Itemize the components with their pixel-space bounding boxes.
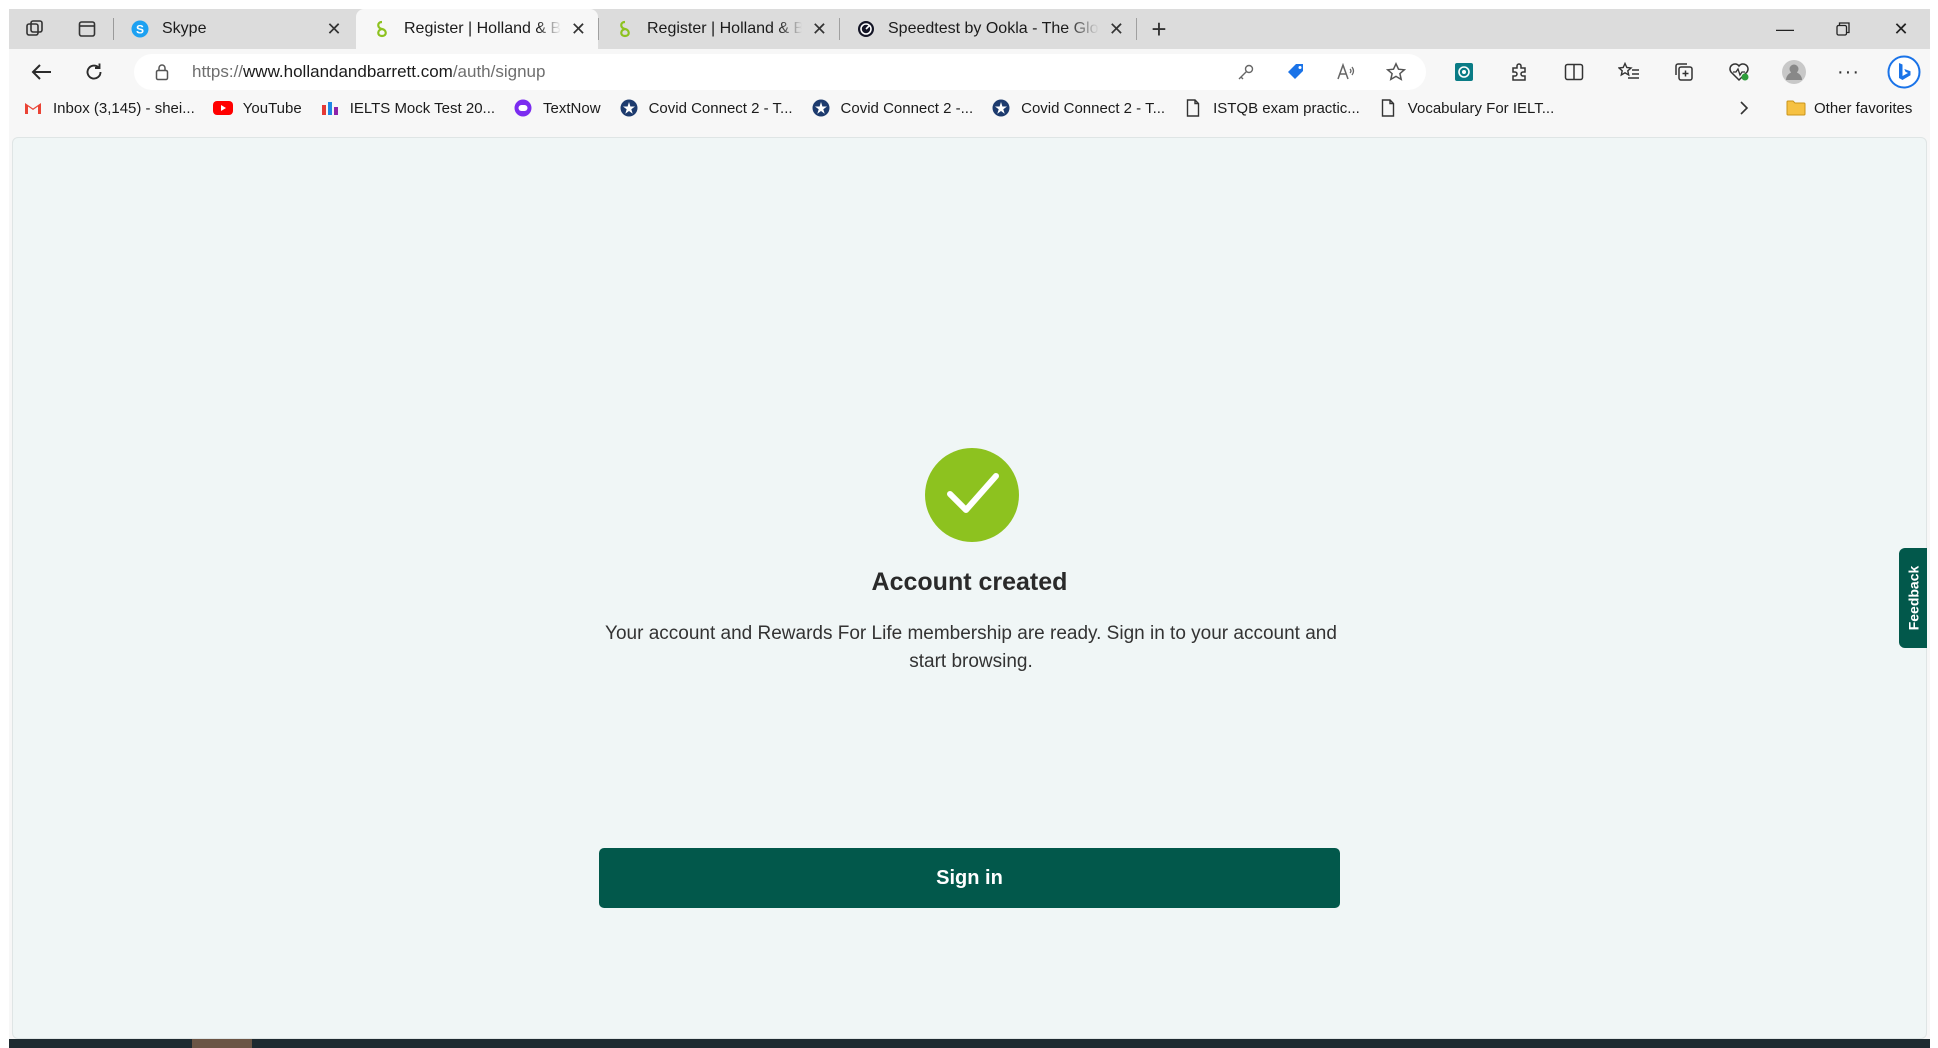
favorites-list-icon[interactable]: [1601, 62, 1656, 82]
holland-barrett-icon: [372, 19, 392, 39]
sign-in-button[interactable]: Sign in: [599, 848, 1340, 908]
tab-speedtest[interactable]: Speedtest by Ookla - The Global Broadban…: [840, 9, 1136, 49]
key-icon[interactable]: [1230, 63, 1262, 81]
favorites-bar: Inbox (3,145) - shei... YouTube IELTS Mo…: [9, 95, 1930, 121]
page-title: Account created: [871, 568, 1068, 596]
bing-copilot-icon[interactable]: [1876, 55, 1930, 89]
close-icon[interactable]: ✕: [324, 19, 344, 40]
favorite-label: YouTube: [242, 99, 302, 117]
other-favorites[interactable]: Other favorites: [1786, 95, 1912, 121]
tab-title: Register | Holland & Barrett - the UK's …: [404, 20, 561, 37]
favorite-covid-connect-3[interactable]: Covid Connect 2 - T...: [991, 99, 1165, 117]
tab-skype[interactable]: S Skype ✕: [114, 9, 356, 49]
more-options-icon[interactable]: ···: [1821, 61, 1876, 84]
close-icon[interactable]: ✕: [812, 19, 827, 40]
url-prefix: https://: [192, 62, 244, 81]
taskbar-edge: [9, 1039, 1930, 1048]
tab-actions-icon[interactable]: [61, 9, 113, 49]
toolbar-icons: ···: [1436, 49, 1930, 95]
window-controls: — ✕: [1756, 9, 1930, 49]
tab-register-active[interactable]: Register | Holland & Barrett - the UK's …: [356, 9, 598, 49]
address-bar-icons: [1230, 54, 1412, 90]
favorite-youtube[interactable]: YouTube: [212, 99, 302, 117]
split-screen-icon[interactable]: [1546, 63, 1601, 81]
confirmation-message: Your account and Rewards For Life member…: [605, 623, 1337, 672]
tab-title: Register | Holland & Barrett - the UK's …: [647, 20, 802, 37]
lock-icon[interactable]: [148, 63, 176, 81]
page-icon: [1378, 99, 1398, 117]
favorite-istqb[interactable]: ISTQB exam practic...: [1183, 99, 1360, 117]
favorite-ielts[interactable]: IELTS Mock Test 20...: [320, 99, 495, 117]
favorite-vocabulary[interactable]: Vocabulary For IELT...: [1378, 99, 1554, 117]
covid-connect-icon: [811, 99, 831, 117]
favorite-covid-connect-2[interactable]: Covid Connect 2 -...: [811, 99, 974, 117]
extensions-puzzle-icon[interactable]: [1491, 62, 1546, 82]
refresh-icon[interactable]: [68, 54, 120, 90]
favorite-label: Vocabulary For IELT...: [1407, 99, 1555, 117]
other-favorites-label: Other favorites: [1814, 99, 1913, 117]
page-viewport: Account created Your account and Rewards…: [12, 137, 1927, 1039]
tab-title: Skype: [162, 20, 207, 37]
extension-icon[interactable]: [1436, 62, 1491, 82]
feedback-label: Feedback: [1905, 565, 1921, 631]
youtube-icon: [212, 99, 233, 117]
favorite-label: Covid Connect 2 - T...: [648, 99, 793, 117]
coupon-tag-icon[interactable]: [1280, 62, 1312, 82]
close-window-icon[interactable]: ✕: [1872, 9, 1930, 49]
favorite-gmail[interactable]: Inbox (3,145) - shei...: [23, 99, 195, 117]
gmail-icon: [23, 99, 43, 117]
textnow-icon: [513, 99, 533, 117]
skype-icon: S: [130, 19, 150, 39]
restore-icon[interactable]: [1814, 9, 1872, 49]
url-path: /auth/signup: [452, 62, 546, 81]
favorite-label: Inbox (3,145) - shei...: [53, 99, 195, 117]
ielts-icon: [320, 99, 340, 117]
folder-icon: [1786, 100, 1806, 116]
favorite-label: IELTS Mock Test 20...: [349, 99, 496, 117]
favorite-label: Covid Connect 2 - T...: [1021, 99, 1166, 117]
browser-window: S Skype ✕ Register | Holland & Barrett -…: [9, 9, 1930, 1039]
tab-register[interactable]: Register | Holland & Barrett - the UK's …: [599, 9, 839, 49]
address-bar[interactable]: https://www.hollandandbarrett.com/auth/s…: [134, 54, 1426, 90]
favorite-textnow[interactable]: TextNow: [513, 99, 601, 117]
close-icon[interactable]: ✕: [1109, 19, 1124, 40]
tab-title: Speedtest by Ookla - The Global Broadban…: [888, 20, 1099, 37]
feedback-tab[interactable]: Feedback: [1899, 548, 1927, 648]
tab-strip: S Skype ✕ Register | Holland & Barrett -…: [9, 9, 1930, 49]
back-icon[interactable]: [16, 54, 68, 90]
covid-connect-icon: [619, 99, 639, 117]
holland-barrett-icon: [615, 19, 635, 39]
url-text[interactable]: https://www.hollandandbarrett.com/auth/s…: [192, 62, 545, 82]
browser-essentials-icon[interactable]: [1711, 62, 1766, 82]
new-tab-button[interactable]: +: [1137, 9, 1181, 49]
taskbar-item: [192, 1039, 252, 1048]
chevron-right-icon[interactable]: [1739, 95, 1749, 121]
favorite-star-icon[interactable]: [1380, 62, 1412, 82]
page-icon: [1183, 99, 1203, 117]
read-aloud-icon[interactable]: [1330, 63, 1362, 81]
favorite-label: ISTQB exam practic...: [1213, 99, 1360, 117]
covid-connect-icon: [991, 99, 1011, 117]
favorite-label: Covid Connect 2 -...: [840, 99, 974, 117]
speedtest-icon: [856, 19, 876, 39]
svg-text:S: S: [136, 23, 144, 37]
minimize-icon[interactable]: —: [1756, 9, 1814, 49]
url-host: www.hollandandbarrett.com: [243, 62, 453, 81]
success-check-icon: [925, 448, 1019, 542]
collections-icon[interactable]: [1656, 62, 1711, 82]
workspaces-icon[interactable]: [9, 9, 61, 49]
favorite-covid-connect-1[interactable]: Covid Connect 2 - T...: [619, 99, 793, 117]
close-icon[interactable]: ✕: [571, 19, 586, 40]
favorite-label: TextNow: [543, 99, 601, 117]
toolbar: https://www.hollandandbarrett.com/auth/s…: [9, 49, 1930, 95]
profile-avatar[interactable]: [1766, 59, 1821, 85]
